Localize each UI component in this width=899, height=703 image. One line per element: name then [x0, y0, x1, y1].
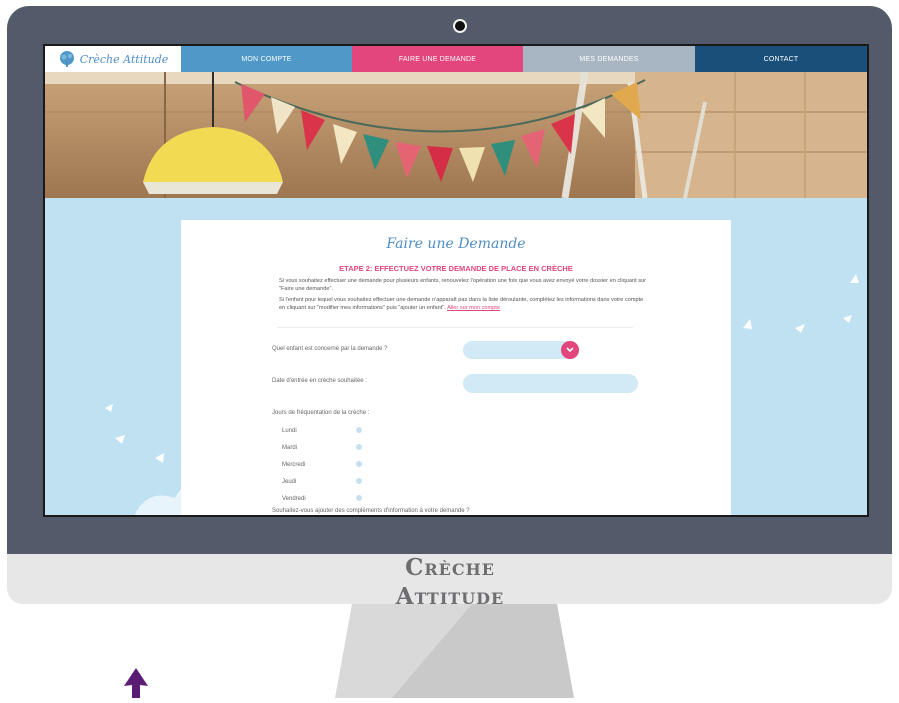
chevron-down-icon[interactable]	[561, 341, 579, 359]
day-radio-jeudi[interactable]	[356, 478, 362, 484]
tree-logo-icon	[59, 51, 74, 67]
brand-wordmark: Crèche Attitude	[330, 553, 570, 611]
monitor-stand	[312, 604, 597, 698]
day-row-mardi: Mardi	[282, 443, 382, 455]
screen: Crèche Attitude MON COMPTE FAIRE UNE DEM…	[43, 44, 869, 517]
day-radio-mercredi[interactable]	[356, 461, 362, 467]
day-label: Lundi	[282, 428, 297, 434]
day-row-lundi: Lundi	[282, 426, 382, 438]
day-radio-mardi[interactable]	[356, 444, 362, 450]
child-question-label: Quel enfant est concerné par la demande …	[272, 346, 388, 352]
brand-line-1: Crèche	[405, 554, 495, 581]
hero-banner	[45, 72, 867, 198]
date-question-label: Date d'entrée en crèche souhaitée :	[272, 378, 367, 384]
tab-mon-compte[interactable]: MON COMPTE	[181, 46, 352, 72]
instructions-paragraph-1: Si vous souhaitez effectuer une demande …	[279, 278, 646, 292]
webcam	[455, 21, 465, 31]
brand-line-2: Attitude	[395, 583, 505, 610]
start-date-input[interactable]	[463, 374, 638, 393]
day-radio-lundi[interactable]	[356, 427, 362, 433]
child-select[interactable]	[463, 341, 579, 359]
account-link[interactable]: Aller sur mon compte	[447, 305, 500, 311]
day-row-vendredi: Vendredi	[282, 494, 382, 506]
day-row-jeudi: Jeudi	[282, 477, 382, 489]
days-question-label: Jours de fréquentation de la crèche :	[272, 410, 370, 416]
day-label: Mercredi	[282, 462, 306, 468]
extra-info-question-label: Souhaitez-vous ajouter des compléments d…	[272, 508, 470, 514]
page-title: Faire une Demande	[386, 236, 526, 252]
day-label: Jeudi	[282, 479, 297, 485]
main-navigation: Crèche Attitude MON COMPTE FAIRE UNE DEM…	[45, 46, 867, 72]
day-radio-vendredi[interactable]	[356, 495, 362, 501]
instructions-paragraph-2: Si l'enfant pour lequel vous souhaitez e…	[279, 296, 649, 312]
step-title: ETAPE 2: EFFECTUEZ VOTRE DEMANDE DE PLAC…	[339, 264, 573, 273]
request-form-panel: Faire une Demande ETAPE 2: EFFECTUEZ VOT…	[181, 220, 731, 515]
day-row-mercredi: Mercredi	[282, 460, 382, 472]
cursor-arrow-icon	[121, 668, 151, 698]
divider	[277, 327, 633, 328]
tab-contact[interactable]: CONTACT	[695, 46, 867, 72]
day-label: Mardi	[282, 445, 298, 451]
day-label: Vendredi	[282, 496, 306, 502]
site-logo[interactable]: Crèche Attitude	[45, 46, 181, 72]
tab-faire-une-demande[interactable]: FAIRE UNE DEMANDE	[352, 46, 523, 72]
logo-text: Crèche Attitude	[79, 52, 169, 66]
tab-mes-demandes[interactable]: MES DEMANDES	[523, 46, 695, 72]
